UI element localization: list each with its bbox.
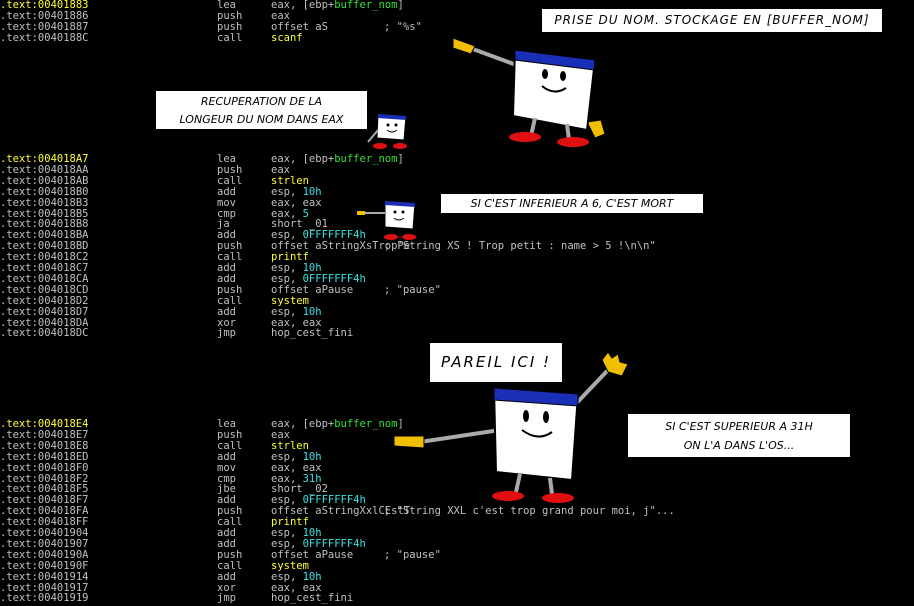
code-operand[interactable]: eax, [ebp+buffer_nom] [271,419,404,430]
code-operand[interactable]: esp, 10h [271,306,322,318]
code-line: .text:004018BD push offset aStringXsTropPe… [0,241,914,252]
code-line: .text:004018D2 call system [0,295,914,307]
code-operand[interactable]: hop_cest_fini [271,328,353,339]
code-line: .text:004018A7 lea eax, [ebp+buffer_nom] [0,154,914,165]
code-line: .text:004018AB call strlen [0,175,914,187]
file-mascot-large-icon [452,37,606,147]
code-operand[interactable]: eax, [ebp+buffer_nom] [271,154,404,165]
code-comment: ; "pause" [384,548,441,561]
code-operand[interactable]: scanf [271,32,303,44]
code-address: .text:004018DC [0,327,89,340]
bubble-text: SI C'EST INFERIEUR A 6, C'EST MORT [470,197,674,210]
bubble-text-line1: SI C'EST SUPERIEUR A 31H [665,420,813,433]
code-comment: ; "pause" [384,283,441,296]
code-line: .text:0040190A push offset aPause; "pause" [0,548,914,561]
code-line: .text:00401907 add esp, 0FFFFFFF4h [0,538,914,550]
bubble-text-line2: ON L'A DANS L'OS... [683,439,795,452]
code-mnemonic: jmp [217,327,236,340]
code-operand[interactable]: hop_cest_fini [271,593,353,604]
code-line: .text:004018D7 add esp, 10h [0,305,914,318]
file-mascot-small-icon [367,113,407,149]
code-address: .text:0040188C [0,31,89,44]
code-mnemonic: jmp [217,592,236,605]
code-operand[interactable]: eax, [ebp+buffer_nom] [271,0,404,11]
bubble-text-line1: RECUPERATION DE LA [200,95,323,108]
code-address: .text:004018D7 [0,305,89,318]
code-address: .text:00401914 [0,570,89,583]
code-line: .text:004018B8 ja short _01 [0,219,914,230]
code-line: .text:004018C7 add esp, 10h [0,263,914,274]
code-line: .text:004018DA xor eax, eax [0,317,914,329]
code-comment: ; "%s" [384,20,422,33]
code-line: .text:004018AA push eax [0,164,914,176]
code-line: .text:00401917 xor eax, eax [0,582,914,594]
code-line: .text:00401914 add esp, 10h [0,570,914,583]
code-mnemonic: add [217,570,236,583]
code-line: .text:004018CA add esp, 0FFFFFFF4h [0,273,914,285]
code-line: .text:004018CD push offset aPause; "pause" [0,283,914,296]
code-line: .text:0040190F call system [0,560,914,572]
code-mnemonic: mov [217,461,236,474]
speech-bubble-inferieur: SI C'EST INFERIEUR A 6, C'EST MORT [439,192,705,215]
bubble-text: PRISE DU NOM. STOCKAGE EN [BUFFER_NOM] [554,13,870,27]
code-address: .text:004018B3 [0,196,89,209]
code-mnemonic: add [217,305,236,318]
code-line: .text:004018C2 call printf [0,252,914,263]
bubble-text-line2: LONGEUR DU NOM DANS EAX [179,113,344,126]
code-line: .text:004018FF call printf [0,517,914,528]
code-operand[interactable]: eax, eax [271,197,322,209]
speech-bubble-superieur: SI C'EST SUPERIEUR A 31H ON L'A DANS L'O… [626,412,852,459]
code-mnemonic: mov [217,196,236,209]
file-mascot-pointing-icon [357,200,416,240]
file-mascot-xxl-icon [393,351,629,503]
code-line: .text:00401919 jmp hop_cest_fini [0,593,914,604]
code-mnemonic: call [217,31,243,44]
code-operand[interactable]: esp, 10h [271,571,322,583]
code-address: .text:00401919 [0,592,89,605]
code-line: .text:004018DC jmp hop_cest_fini [0,328,914,339]
speech-bubble-recuperation: RECUPERATION DE LA LONGEUR DU NOM DANS E… [154,89,369,131]
code-line: .text:00401904 add esp, 10h [0,528,914,539]
code-address: .text:004018F0 [0,461,89,474]
